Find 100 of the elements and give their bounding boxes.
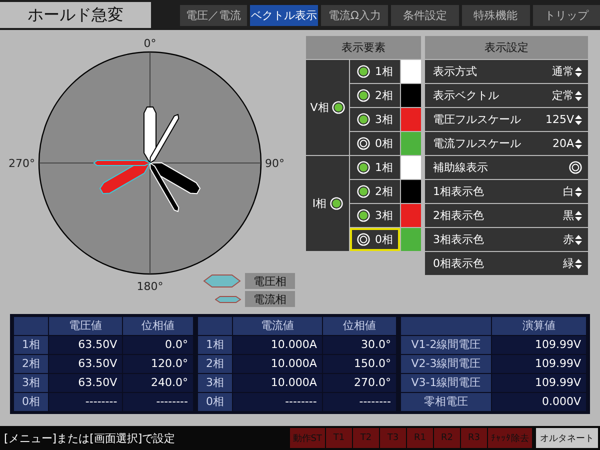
radio-icon[interactable] [569, 161, 582, 174]
up-down-arrow-icon[interactable] [575, 234, 582, 244]
tab[interactable]: 電圧／電流 [180, 4, 248, 26]
radio-icon[interactable] [330, 197, 343, 210]
radio-icon[interactable] [357, 233, 370, 246]
table-cell: 270.0° [322, 374, 396, 392]
screen-title: ホールド急変 [0, 2, 151, 28]
setting-label: 3相表示色 [433, 232, 484, 247]
setting-value: 125V [545, 113, 574, 126]
table-cell: 30.0° [322, 336, 396, 354]
phase-option[interactable]: 0相 [350, 228, 400, 251]
row-label: V2-3線間電圧 [401, 355, 491, 373]
setting-label: 電圧フルスケール [433, 112, 521, 127]
tab[interactable]: トリップ [532, 4, 600, 26]
table-cell: 120.0° [123, 355, 193, 373]
column-header: 演算値 [492, 317, 586, 335]
angle-label: 90° [265, 157, 284, 170]
up-down-arrow-icon[interactable] [575, 138, 582, 148]
phase-option[interactable]: 3相 [350, 108, 400, 131]
column-header: 位相値 [322, 317, 396, 335]
setting-value: 20A [552, 137, 574, 150]
row-label: V1-2線間電圧 [401, 336, 491, 354]
row-label: 2相 [198, 355, 232, 373]
radio-icon[interactable] [357, 185, 370, 198]
legend-label: 電圧相 [245, 273, 295, 289]
table-cell: 63.50V [49, 336, 122, 354]
row-label: 1相 [198, 336, 232, 354]
angle-label: 180° [136, 280, 164, 293]
table-cell: -------- [49, 393, 122, 411]
setting-value: 通常 [552, 64, 574, 79]
up-down-arrow-icon[interactable] [575, 90, 582, 100]
row-label: V3-1線間電圧 [401, 374, 491, 392]
setting-label: 補助線表示 [433, 160, 488, 175]
up-down-arrow-icon[interactable] [575, 258, 582, 268]
table-cell: -------- [233, 393, 322, 411]
group-label: V相 [310, 100, 329, 115]
tab[interactable]: 条件設定 [391, 4, 459, 26]
status-message: [メニュー]または[画面選択]で設定 [3, 430, 176, 446]
table-cell: 109.99V [492, 336, 586, 354]
column-header: 電圧値 [49, 317, 122, 335]
row-label: 0相 [198, 393, 232, 411]
setting-label: 表示方式 [433, 64, 477, 79]
row-label: 3相 [198, 374, 232, 392]
setting-label: 表示ベクトル [433, 88, 499, 103]
setting-value: 赤 [563, 232, 574, 247]
table-cell: 63.50V [49, 355, 122, 373]
radio-icon[interactable] [357, 65, 370, 78]
table-cell: 10.000A [233, 336, 322, 354]
phase-option[interactable]: 1相 [350, 60, 400, 83]
row-label: 2相 [14, 355, 48, 373]
up-down-arrow-icon[interactable] [575, 186, 582, 196]
alternate-button[interactable]: オルタネート [536, 428, 598, 448]
setting-label: 0相表示色 [433, 256, 484, 271]
phase-option[interactable]: 3相 [350, 204, 400, 227]
table-cell: -------- [123, 393, 193, 411]
radio-icon[interactable] [357, 89, 370, 102]
table-cell: 109.99V [492, 374, 586, 392]
up-down-arrow-icon[interactable] [575, 210, 582, 220]
hexagon-icon [215, 296, 241, 302]
up-down-arrow-icon[interactable] [575, 114, 582, 124]
tab[interactable]: 電流Ω入力 [320, 4, 388, 26]
table-cell: 10.000A [233, 355, 322, 373]
setting-label: 2相表示色 [433, 208, 484, 223]
table-cell: -------- [322, 393, 396, 411]
tab[interactable]: 特殊機能 [462, 4, 530, 26]
radio-icon[interactable] [357, 161, 370, 174]
column-header: 位相値 [123, 317, 193, 335]
phase-option[interactable]: 1相 [350, 156, 400, 179]
group-label: I相 [312, 196, 327, 211]
panel-header: 表示要素 [306, 36, 421, 59]
legend-label: 電流相 [245, 291, 295, 307]
table-cell: 63.50V [49, 374, 122, 392]
column-header: 電流値 [233, 317, 322, 335]
setting-value: 白 [563, 184, 574, 199]
row-label: 0相 [14, 393, 48, 411]
table-cell: 240.0° [123, 374, 193, 392]
radio-icon[interactable] [357, 137, 370, 150]
table-cell: 150.0° [322, 355, 396, 373]
phase-option[interactable]: 0相 [350, 132, 400, 155]
setting-value: 定常 [552, 88, 574, 103]
table-cell: 109.99V [492, 355, 586, 373]
radio-icon[interactable] [357, 209, 370, 222]
setting-label: 1相表示色 [433, 184, 484, 199]
phase-option[interactable]: 2相 [350, 84, 400, 107]
angle-label: 0° [144, 37, 156, 50]
table-cell: 0.000V [492, 393, 586, 411]
angle-label: 270° [8, 157, 35, 170]
setting-label: 電流フルスケール [433, 136, 521, 151]
setting-value: 緑 [563, 256, 574, 271]
row-label: 1相 [14, 336, 48, 354]
panel-header: 表示設定 [425, 36, 588, 59]
up-down-arrow-icon[interactable] [575, 66, 582, 76]
setting-value: 黒 [563, 208, 574, 223]
row-label: 零相電圧 [401, 393, 491, 411]
table-cell: 10.000A [233, 374, 322, 392]
radio-icon[interactable] [332, 101, 345, 114]
row-label: 3相 [14, 374, 48, 392]
tab[interactable]: ベクトル表示 [250, 4, 318, 26]
phase-option[interactable]: 2相 [350, 180, 400, 203]
radio-icon[interactable] [357, 113, 370, 126]
